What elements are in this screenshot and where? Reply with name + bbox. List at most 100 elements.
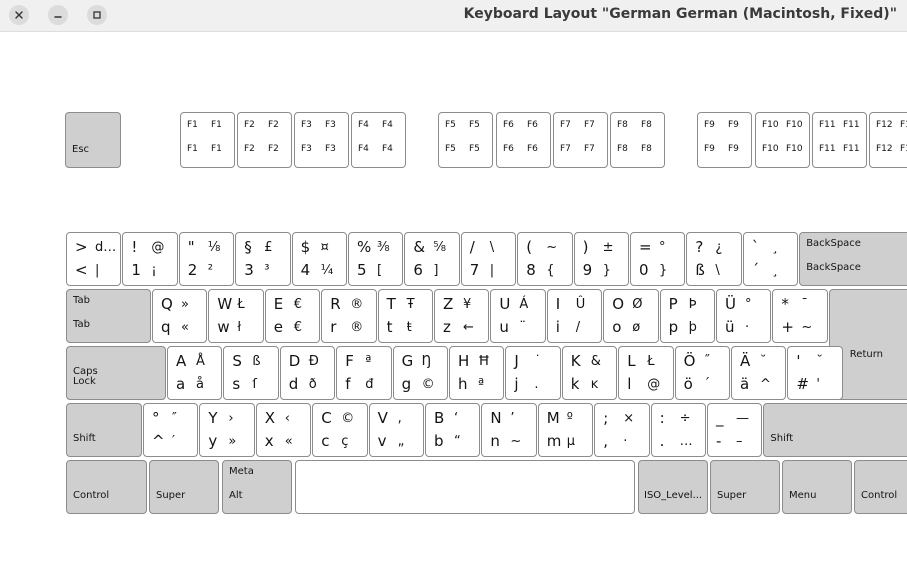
key-a-row-9[interactable]: Ö ˝ ö ´ (674, 346, 730, 400)
key-y-row-8[interactable]: ; ×, · (594, 403, 650, 457)
key-a-row-2[interactable]: DÐdð (279, 346, 336, 400)
key-digit-7[interactable]: / \ 7 | (460, 232, 517, 286)
key-super-right[interactable]: Super (710, 460, 780, 514)
key-y-row-7[interactable]: Mºmµ (537, 403, 594, 457)
key-f3-label-lower-alt: F3 (325, 144, 336, 154)
key-q-row-7-altshift-glyph: Û (575, 297, 586, 312)
key-f10[interactable]: F10 F10 F10 F10 (755, 112, 810, 168)
key-space[interactable] (295, 460, 635, 514)
key-digit-11-base-glyph: ß (695, 261, 705, 279)
key-tab[interactable]: Tab Tab (66, 289, 151, 343)
key-q-row-0[interactable]: Q » q « (152, 289, 208, 343)
key-q-row-6[interactable]: U Áu ¨ (490, 289, 546, 343)
key-a-row-5-base-glyph: h (458, 375, 468, 393)
key-y-row-2[interactable]: X ‹ x « (255, 403, 312, 457)
key-f12[interactable]: F12 F12 F12 F12 (869, 112, 907, 168)
key-f2[interactable]: F2 F2 F2 F2 (237, 112, 292, 168)
key-q-row-5-base-glyph: z (443, 318, 451, 336)
key-a-row-1[interactable]: Sßsſ (223, 346, 279, 400)
key-a-row-8[interactable]: L Łl @ (618, 346, 674, 400)
key-y-row-6[interactable]: N ’ n ~ (481, 403, 537, 457)
key-y-row-2-shift-glyph: X (264, 409, 276, 427)
key-f3[interactable]: F3 F3 F3 F3 (294, 112, 349, 168)
key-backspace[interactable]: BackSpace BackSpace (799, 232, 907, 286)
key-q-row-11[interactable]: * ¯ + ~ (772, 289, 828, 343)
key-digit-6[interactable]: & ⅝ 6] (404, 232, 460, 286)
key-f5-label: F5 (445, 120, 456, 130)
key-a-row-10-shift-glyph: Ä (740, 352, 751, 370)
maximize-button[interactable] (87, 5, 107, 25)
close-button[interactable] (9, 5, 29, 25)
key-f4[interactable]: F4 F4 F4 F4 (351, 112, 406, 168)
key-q-row-10[interactable]: Ü ° ü · (716, 289, 772, 343)
key-q-row-3[interactable]: R ® r ® (321, 289, 377, 343)
key-q-row-4[interactable]: TŦtŧ (377, 289, 433, 343)
key-digit-8[interactable]: (~8 { (517, 232, 573, 286)
key-y-row-9-base-glyph: . (659, 432, 665, 450)
key-digit-0[interactable]: > d… < | (66, 232, 122, 286)
key-y-row-5[interactable]: B ‘ b “ (425, 403, 481, 457)
key-menu[interactable]: Menu (782, 460, 852, 514)
key-f7-label-lower-alt: F7 (584, 144, 595, 154)
key-q-row-5[interactable]: Z ¥ z ← (434, 289, 490, 343)
key-a-row-3[interactable]: Fªfđ (336, 346, 392, 400)
key-digit-10-alt-glyph: } (659, 263, 668, 278)
key-a-row-4-shift-glyph: G (401, 352, 414, 370)
key-f6[interactable]: F6 F6 F6 F6 (496, 112, 551, 168)
key-y-row-4[interactable]: V, v „ (368, 403, 424, 457)
key-digit-9[interactable]: ) ±9} (573, 232, 629, 286)
key-q-row-2[interactable]: E € e € (264, 289, 321, 343)
key-digit-11-alt-glyph: \ (715, 263, 720, 278)
key-super-left[interactable]: Super (149, 460, 219, 514)
key-f7-label-alt: F7 (584, 120, 595, 130)
key-shift-left[interactable]: Shift (66, 403, 142, 457)
key-digit-11[interactable]: ? ¿ ß \ (686, 232, 742, 286)
key-digit-5[interactable]: % ⅜ 5 [ (348, 232, 404, 286)
key-f9[interactable]: F9 F9 F9 F9 (697, 112, 752, 168)
key-a-row-11-shift-glyph: ' (796, 352, 801, 370)
key-control-right[interactable]: Control (854, 460, 907, 514)
key-q-row-8[interactable]: OØoø (603, 289, 659, 343)
key-digit-1[interactable]: ! @1 ¡ (122, 232, 178, 286)
key-q-row-7[interactable]: I Ûi / (546, 289, 603, 343)
key-a-row-2-altshift-glyph: Ð (308, 354, 319, 369)
key-y-row-0[interactable]: ° ″ ^ ′ (143, 403, 199, 457)
key-f8-label-lower: F8 (617, 144, 628, 154)
key-a-row-10-alt-glyph: ^ (760, 377, 771, 392)
key-control-left[interactable]: Control (66, 460, 147, 514)
key-y-row-1[interactable]: Y › y » (199, 403, 255, 457)
key-y-row-6-shift-glyph: N (490, 409, 502, 427)
key-a-row-4[interactable]: G Ŋg © (392, 346, 448, 400)
key-a-row-0[interactable]: AÅaå (167, 346, 223, 400)
key-a-row-6[interactable]: J ˙ j. (505, 346, 561, 400)
key-f7[interactable]: F7 F7 F7 F7 (553, 112, 608, 168)
key-f3-label-alt: F3 (325, 120, 336, 130)
key-a-row-11[interactable]: ' ˘ # ' (787, 346, 843, 400)
key-y-row-3[interactable]: C © c ç (312, 403, 368, 457)
key-q-row-2-alt-glyph: € (293, 320, 303, 335)
key-f5[interactable]: F5 F5 F5 F5 (438, 112, 493, 168)
key-f1[interactable]: F1 F1 F1 F1 (180, 112, 235, 168)
key-q-row-1[interactable]: WŁwł (208, 289, 264, 343)
key-a-row-7[interactable]: K & k ĸ (561, 346, 618, 400)
key-a-row-5[interactable]: HĦhª (449, 346, 505, 400)
key-shift-right[interactable]: Shift (763, 403, 907, 457)
key-iso-level3[interactable]: ISO_Level... (638, 460, 708, 514)
key-y-row-9[interactable]: : ÷.… (650, 403, 706, 457)
key-digit-10[interactable]: = ° 0} (630, 232, 686, 286)
key-esc[interactable]: Esc (65, 112, 121, 168)
key-digit-12-alt-glyph: ¸ (771, 263, 779, 278)
key-f11[interactable]: F11 F11 F11 F11 (812, 112, 867, 168)
key-q-row-9[interactable]: PÞpþ (659, 289, 715, 343)
minimize-button[interactable] (48, 5, 68, 25)
key-digit-12[interactable]: ` ¸ ´ ¸ (742, 232, 799, 286)
key-alt[interactable]: Meta Alt (222, 460, 292, 514)
key-digit-9-altshift-glyph: ± (602, 240, 614, 255)
key-digit-3[interactable]: § £3 ³ (235, 232, 291, 286)
key-digit-2[interactable]: " ⅛ 2 ² (178, 232, 235, 286)
key-caps-lock[interactable]: Caps Lock (66, 346, 166, 400)
key-a-row-10[interactable]: Ä ˘ ä ^ (731, 346, 787, 400)
key-y-row-10[interactable]: _ — - – (707, 403, 763, 457)
key-f8[interactable]: F8 F8 F8 F8 (610, 112, 665, 168)
key-digit-4[interactable]: $ ¤ 4 ¼ (291, 232, 347, 286)
